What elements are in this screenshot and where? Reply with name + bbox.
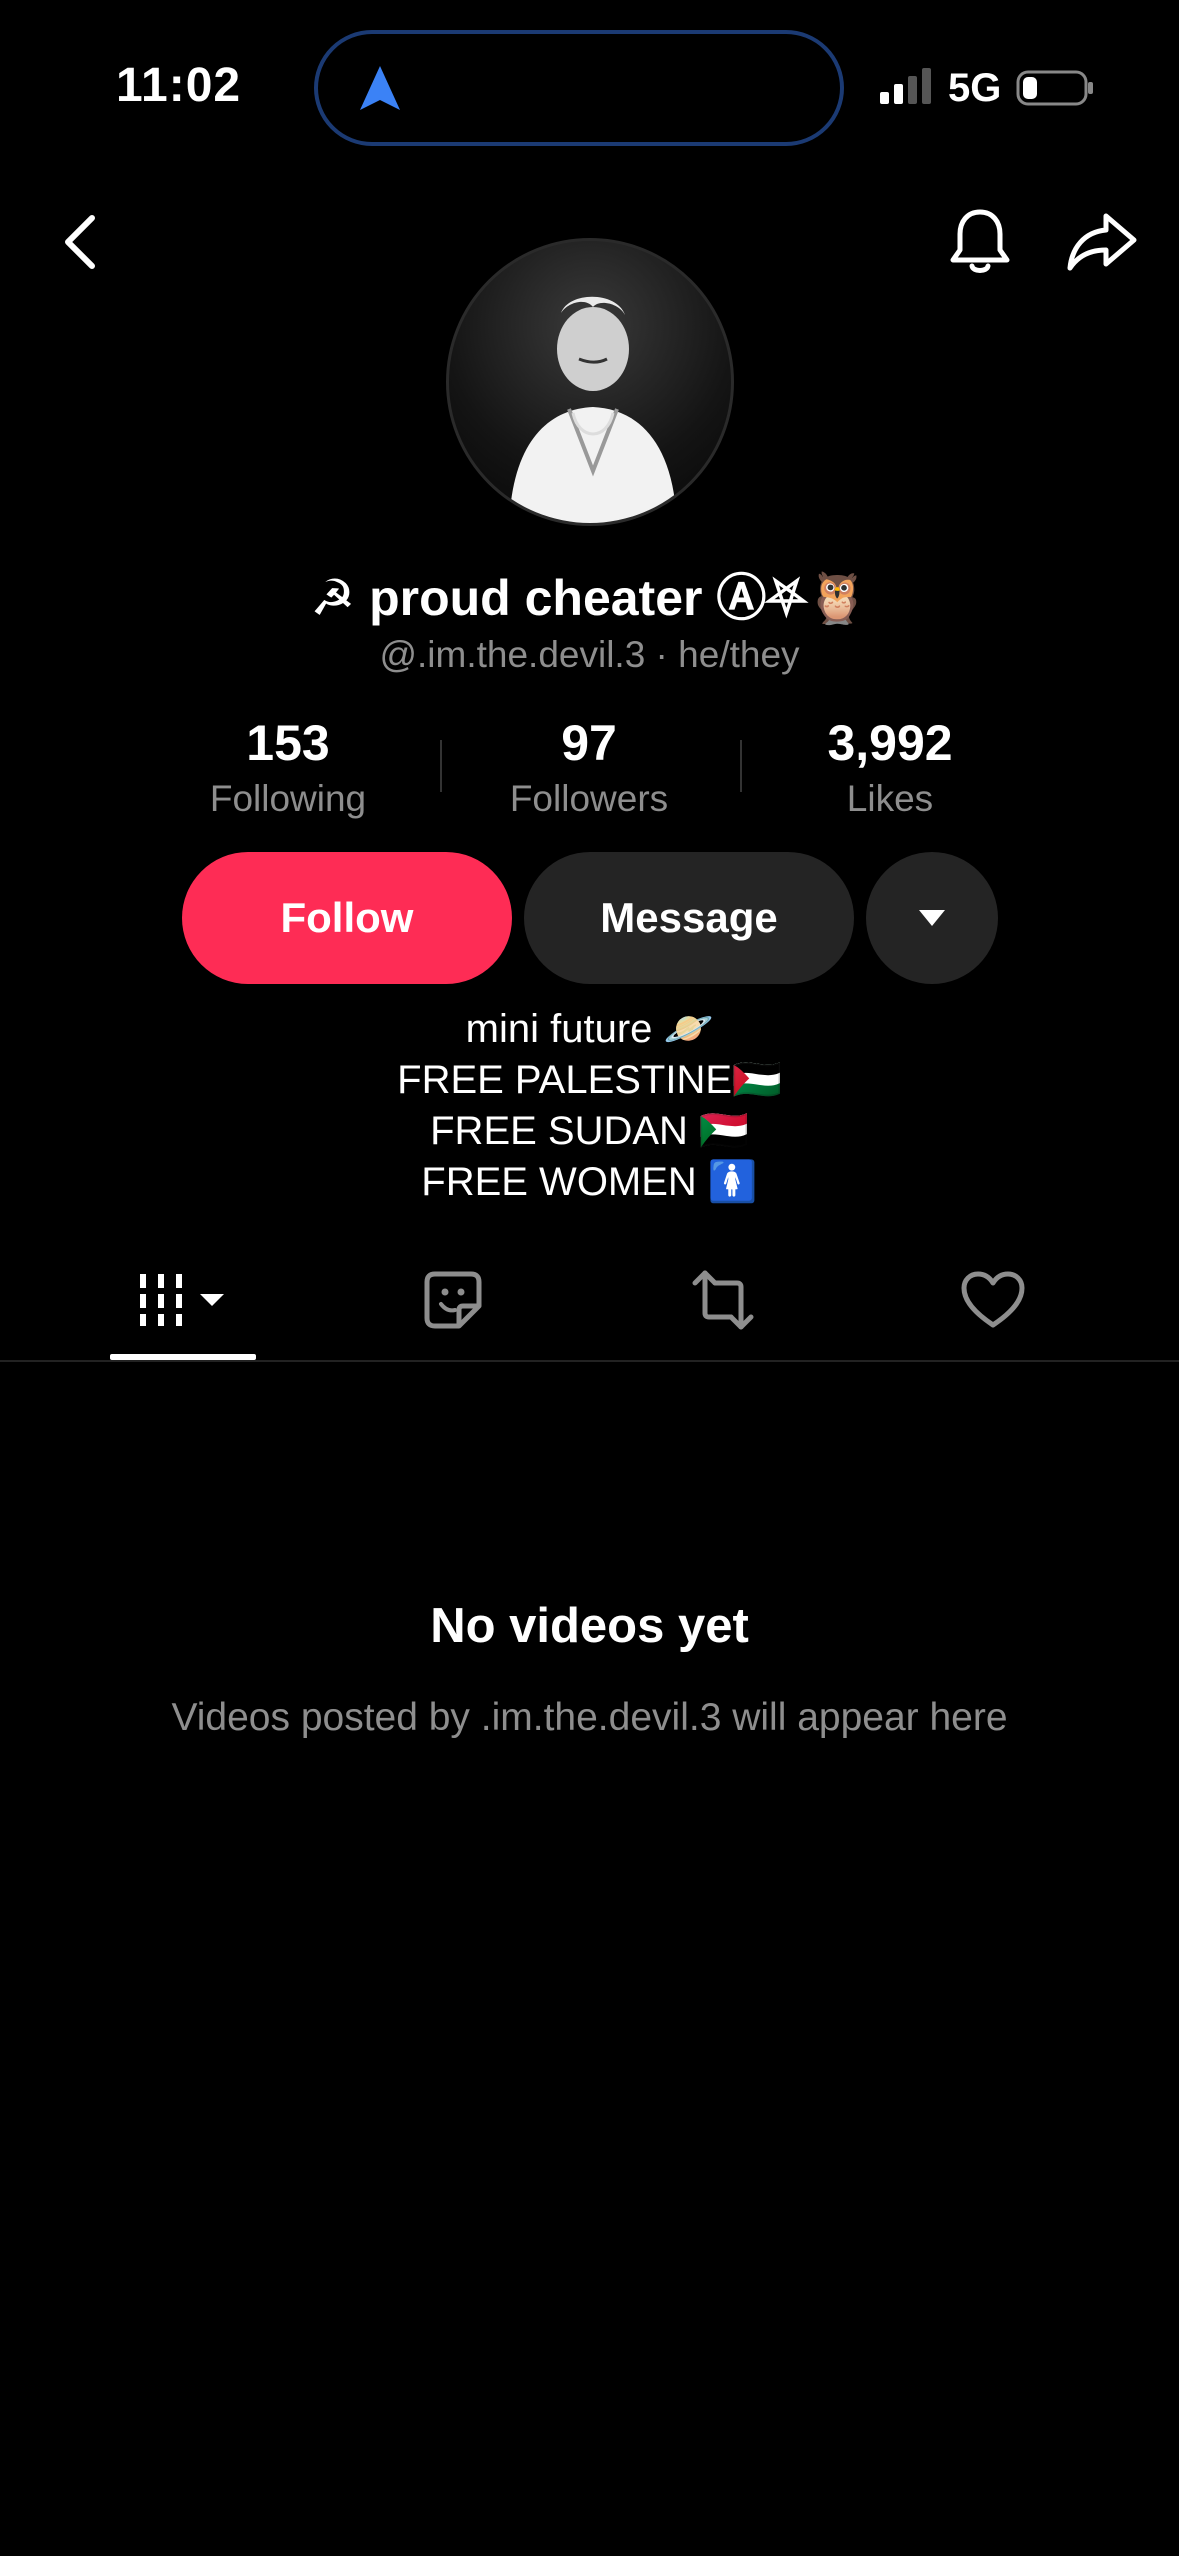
share-button[interactable] xyxy=(1064,206,1140,278)
username-pronouns: @.im.the.devil.3 · he/they xyxy=(379,634,800,675)
heart-icon xyxy=(961,1271,1025,1328)
stat-divider xyxy=(740,740,742,792)
stat-label: Likes xyxy=(846,778,934,819)
suggested-accounts-button[interactable] xyxy=(866,852,998,984)
notifications-button[interactable] xyxy=(944,204,1016,280)
stat-label: Following xyxy=(209,778,367,819)
empty-state-title: No videos yet xyxy=(430,1599,749,1653)
display-name: ☭ proud cheater Ⓐ⛧🦉 xyxy=(310,570,869,626)
network-type: 5G xyxy=(948,66,1002,110)
stat-divider xyxy=(440,740,442,792)
avatar[interactable] xyxy=(446,238,734,526)
tab-reposts[interactable] xyxy=(650,1250,796,1350)
caret-down-icon xyxy=(919,910,945,926)
follow-button[interactable]: Follow xyxy=(182,852,512,984)
empty-state-subtitle: Videos posted by .im.the.devil.3 will ap… xyxy=(171,1696,1008,1739)
stat-followers[interactable]: 97 Followers xyxy=(459,714,719,820)
back-icon xyxy=(65,215,95,269)
battery-icon xyxy=(1016,68,1096,113)
bio-line: FREE WOMEN 🚺 xyxy=(421,1160,758,1204)
stat-value: 153 xyxy=(246,715,330,771)
share-icon xyxy=(1067,213,1137,271)
tab-liked[interactable] xyxy=(920,1250,1066,1350)
tab-videos[interactable] xyxy=(110,1250,256,1350)
bio-line: FREE PALESTINE🇵🇸 xyxy=(397,1058,782,1102)
repost-icon xyxy=(692,1270,754,1330)
signal-bars-icon xyxy=(878,66,938,111)
bio-line: mini future 🪐 xyxy=(465,1007,714,1051)
profile-tabs xyxy=(0,1250,1179,1362)
dynamic-island[interactable] xyxy=(314,30,844,146)
stat-label: Followers xyxy=(509,778,669,819)
stickers-icon xyxy=(424,1271,482,1329)
videos-grid-icon xyxy=(140,1274,224,1326)
stat-value: 97 xyxy=(561,715,617,771)
status-time: 11:02 xyxy=(116,59,242,112)
stat-value: 3,992 xyxy=(827,715,953,771)
stat-likes[interactable]: 3,992 Likes xyxy=(760,714,1020,820)
tabs-divider xyxy=(0,1360,1179,1362)
bio-line: FREE SUDAN 🇸🇩 xyxy=(430,1109,749,1153)
message-button[interactable]: Message xyxy=(524,852,854,984)
stat-following[interactable]: 153 Following xyxy=(158,714,418,820)
tab-stickers[interactable] xyxy=(380,1250,526,1350)
bell-icon xyxy=(950,209,1010,273)
back-button[interactable] xyxy=(50,206,110,278)
profile-screen: 11:02 5G ☭ proud cheater Ⓐ⛧🦉 @.im.the.de… xyxy=(0,0,1179,2556)
navigation-arrow-icon xyxy=(358,64,402,117)
bio: mini future 🪐 FREE PALESTINE🇵🇸 FREE SUDA… xyxy=(0,1004,1179,1208)
